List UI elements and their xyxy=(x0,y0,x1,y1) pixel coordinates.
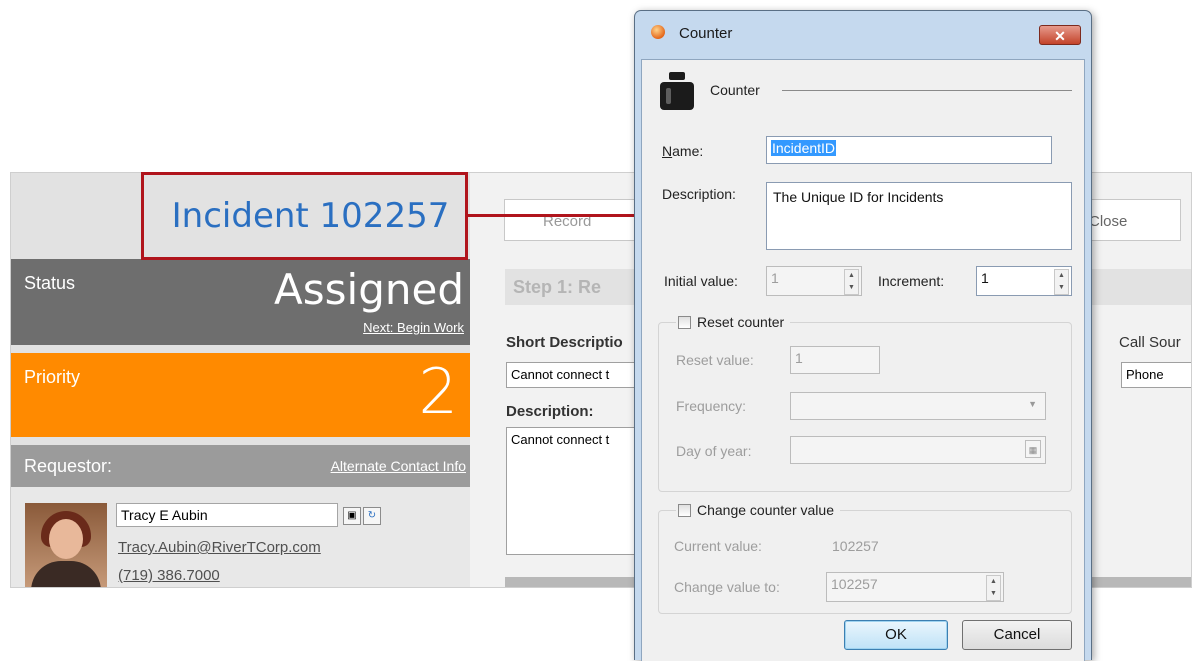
reset-value-label: Reset value: xyxy=(676,352,754,368)
refresh-icon[interactable]: ↻ xyxy=(363,507,381,525)
close-icon[interactable]: ✕ xyxy=(1039,25,1081,45)
requestor-name-field[interactable]: Tracy E Aubin xyxy=(116,503,338,527)
requestor-email-link[interactable]: Tracy.Aubin@RiverTCorp.com xyxy=(118,539,321,556)
change-value-to: 102257 xyxy=(831,576,878,592)
change-counter-checkbox[interactable]: Change counter value xyxy=(676,500,840,520)
reset-counter-box[interactable] xyxy=(678,315,691,329)
app-icon xyxy=(651,25,665,39)
next-begin-work-link[interactable]: Next: Begin Work xyxy=(363,320,464,335)
requestor-header: Requestor: Alternate Contact Info xyxy=(11,445,470,487)
short-description-label: Short Descriptio xyxy=(506,334,623,351)
requestor-details: Tracy E Aubin ▣ ↻ Tracy.Aubin@RiverTCorp… xyxy=(11,487,470,587)
counter-icon xyxy=(660,72,694,110)
status-value: Assigned xyxy=(274,265,464,314)
change-counter-box[interactable] xyxy=(678,503,691,517)
counter-dialog: Counter ✕ Counter Name: IncidentID Descr… xyxy=(634,10,1092,661)
initial-value-label: Initial value: xyxy=(664,273,738,289)
increment-value: 1 xyxy=(981,270,989,286)
priority-value: 2 xyxy=(418,355,458,428)
call-source-label: Call Sour xyxy=(1119,334,1181,351)
description-label: Description: xyxy=(506,403,594,420)
reset-counter-checkbox[interactable]: Reset counter xyxy=(676,312,791,332)
initial-value: 1 xyxy=(771,270,779,286)
change-value-to-label: Change value to: xyxy=(674,579,780,595)
name-input[interactable]: IncidentID xyxy=(766,136,1052,164)
increment-label: Increment: xyxy=(878,273,945,289)
name-label: Name: xyxy=(662,143,704,159)
description-label: Description: xyxy=(662,186,736,202)
avatar xyxy=(25,503,107,587)
day-of-year-input[interactable]: ▦ xyxy=(790,436,1046,464)
description-input[interactable]: The Unique ID for Incidents xyxy=(766,182,1072,250)
contact-card-icon[interactable]: ▣ xyxy=(343,507,361,525)
change-value-to-input[interactable]: 102257 ▲ ▼ xyxy=(826,572,1004,602)
alternate-contact-link[interactable]: Alternate Contact Info xyxy=(331,458,466,474)
name-label-rest: ame: xyxy=(672,143,704,159)
initial-value-spinner[interactable]: ▲ ▼ xyxy=(844,269,859,295)
call-source-input[interactable]: Phone xyxy=(1121,362,1191,388)
dialog-body: Counter Name: IncidentID Description: Th… xyxy=(641,59,1085,661)
requestor-label: Requestor: xyxy=(24,456,113,476)
frequency-label: Frequency: xyxy=(676,398,747,414)
dialog-title: Counter xyxy=(679,25,733,42)
current-value: 102257 xyxy=(832,538,879,554)
cancel-button[interactable]: Cancel xyxy=(962,620,1072,650)
frequency-dropdown[interactable]: ▼ xyxy=(790,392,1046,420)
current-value-label: Current value: xyxy=(674,538,762,554)
section-divider xyxy=(782,90,1072,91)
status-panel: Status Assigned Next: Begin Work xyxy=(11,259,470,345)
record-button[interactable]: Record xyxy=(504,199,644,241)
increment-spinner[interactable]: ▲ ▼ xyxy=(1054,269,1069,295)
name-value: IncidentID xyxy=(771,140,837,156)
initial-value-input[interactable]: 1 ▲ ▼ xyxy=(766,266,862,296)
callout-arrow-line xyxy=(468,214,648,217)
reset-counter-label: Reset counter xyxy=(697,314,785,330)
change-counter-label: Change counter value xyxy=(697,502,834,518)
step-title: Step 1: Re xyxy=(513,277,602,297)
change-value-spinner[interactable]: ▲ ▼ xyxy=(986,575,1001,601)
section-title: Counter xyxy=(710,82,760,98)
chevron-down-icon: ▼ xyxy=(1028,399,1037,409)
reset-value-input[interactable]: 1 xyxy=(790,346,880,374)
requestor-phone-link[interactable]: (719) 386.7000 xyxy=(118,567,220,584)
day-of-year-label: Day of year: xyxy=(676,443,752,459)
short-description-input[interactable]: Cannot connect t xyxy=(506,362,646,388)
description-textarea[interactable]: Cannot connect t xyxy=(506,427,646,555)
priority-label: Priority xyxy=(24,367,81,387)
ok-button[interactable]: OK xyxy=(844,620,948,650)
calendar-icon[interactable]: ▦ xyxy=(1025,440,1041,458)
priority-panel: Priority 2 xyxy=(11,353,470,437)
status-label: Status xyxy=(24,273,76,293)
increment-input[interactable]: 1 ▲ ▼ xyxy=(976,266,1072,296)
callout-highlight xyxy=(141,172,468,260)
dialog-titlebar[interactable]: Counter ✕ xyxy=(635,11,1091,51)
